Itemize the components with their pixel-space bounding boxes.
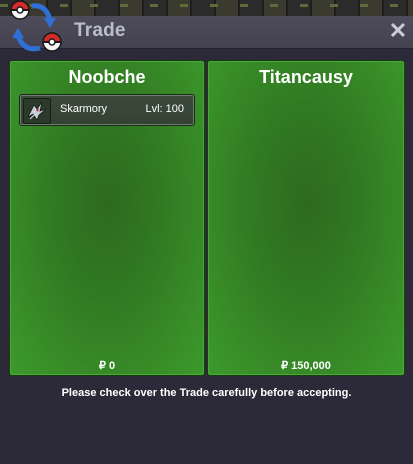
- player-name-left: Noobche: [68, 67, 146, 87]
- money-offer-left: ₽ 0: [98, 360, 116, 372]
- trade-panel-left: Noobche Skarmory Lvl: 100 ₽ 0: [9, 60, 205, 376]
- window-title: Trade: [74, 20, 126, 41]
- trade-item-skarmory[interactable]: Skarmory Lvl: 100: [19, 94, 195, 126]
- money-offer-right: ₽ 150,000: [281, 360, 331, 372]
- trade-notice: Please check over the Trade carefully be…: [61, 387, 352, 399]
- trade-panel-right: Titancausy ₽ 150,000: [207, 60, 405, 376]
- item-level: Lvl: 100: [145, 103, 184, 115]
- skarmory-icon: [23, 98, 51, 124]
- player-name-right: Titancausy: [259, 67, 353, 87]
- close-button[interactable]: ✕: [388, 20, 408, 42]
- close-icon: ✕: [388, 18, 408, 43]
- trade-icon: [10, 0, 62, 52]
- item-name: Skarmory: [60, 103, 108, 115]
